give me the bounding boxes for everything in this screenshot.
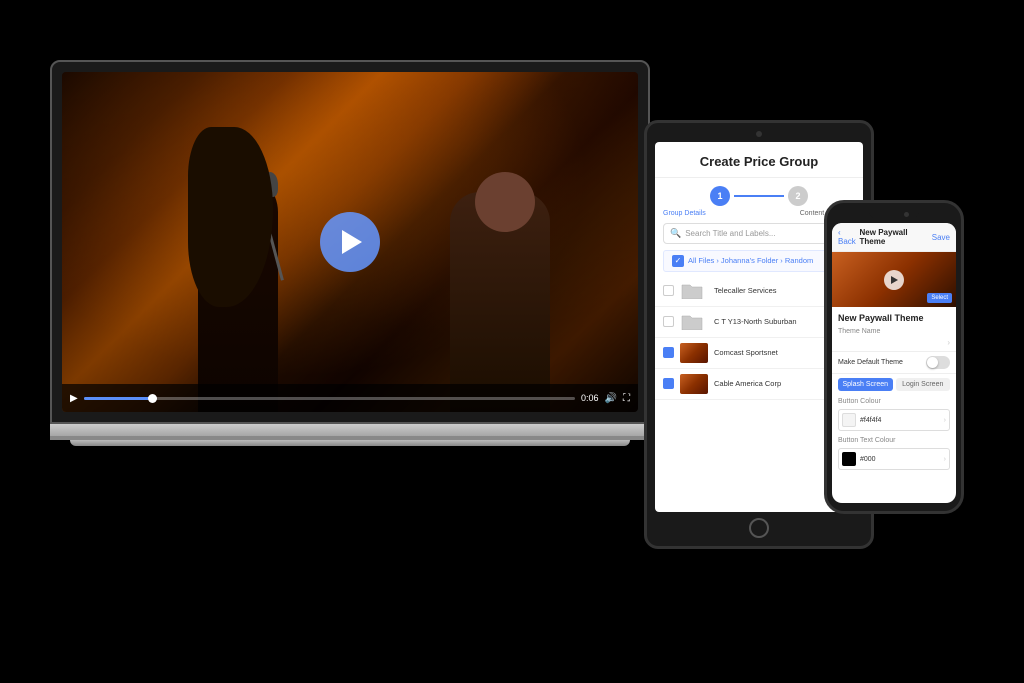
phone-device: ‹ Back New Paywall Theme Save Select New… — [824, 200, 964, 514]
file-checkbox-3[interactable] — [663, 347, 674, 358]
toggle-knob — [927, 357, 938, 368]
file-checkbox-1[interactable] — [663, 285, 674, 296]
button-colour-value: #f4f4f4 — [860, 417, 881, 424]
progress-fill — [84, 397, 158, 400]
file-thumb-2 — [680, 312, 708, 332]
laptop-hinge — [50, 436, 650, 440]
phone-section-title: New Paywall Theme — [832, 307, 956, 325]
phone-header: ‹ Back New Paywall Theme Save — [832, 223, 956, 252]
tablet-home-button[interactable] — [749, 518, 769, 538]
theme-name-label: Theme Name — [832, 325, 956, 336]
phone-screen-title: New Paywall Theme — [860, 228, 932, 246]
create-price-group-title: Create Price Group — [663, 154, 855, 171]
step-2-circle: 2 — [788, 186, 808, 206]
file-thumb-4 — [680, 374, 708, 394]
login-screen-tab[interactable]: Login Screen — [896, 378, 951, 391]
phone-video-thumbnail: Select — [832, 252, 956, 307]
phone-screen: ‹ Back New Paywall Theme Save Select New… — [832, 223, 956, 503]
default-theme-label: Make Default Theme — [838, 359, 903, 366]
phone-notch — [869, 211, 919, 219]
laptop-screen-wrapper: ▶ 0:06 🔊 ⛶ — [50, 60, 650, 424]
laptop-screen: ▶ 0:06 🔊 ⛶ — [62, 72, 638, 412]
progress-bar[interactable] — [84, 397, 575, 400]
file-checkbox-2[interactable] — [663, 316, 674, 327]
check-icon: ✓ — [675, 256, 682, 265]
play-icon — [342, 230, 362, 254]
volume-icon[interactable]: 🔊 — [605, 393, 617, 404]
laptop-foot — [70, 440, 630, 446]
progress-dot — [148, 394, 157, 403]
play-button[interactable] — [320, 212, 380, 272]
button-text-colour-arrow: › — [944, 456, 946, 463]
time-display: 0:06 — [581, 393, 599, 403]
phone-body: ‹ Back New Paywall Theme Save Select New… — [824, 200, 964, 514]
breadcrumb-checkbox[interactable]: ✓ — [672, 255, 684, 267]
folder-icon-2 — [680, 312, 704, 330]
fullscreen-icon[interactable]: ⛶ — [623, 393, 630, 404]
file-thumb-img-4 — [680, 374, 708, 394]
default-theme-toggle[interactable] — [926, 356, 950, 369]
step-1-label: Group Details — [663, 210, 706, 217]
concert-background — [62, 72, 638, 412]
folder-icon-1 — [680, 281, 704, 299]
file-thumb-3 — [680, 343, 708, 363]
phone-save-button[interactable]: Save — [932, 233, 950, 242]
button-text-colour-value: #000 — [860, 456, 876, 463]
phone-camera — [904, 212, 909, 217]
laptop-device: ▶ 0:06 🔊 ⛶ — [50, 60, 650, 446]
video-controls-bar: ▶ 0:06 🔊 ⛶ — [62, 384, 638, 412]
breadcrumb-text: All Files › Johanna's Folder › Random — [688, 256, 813, 265]
step-1-circle: 1 — [710, 186, 730, 206]
button-colour-arrow: › — [944, 417, 946, 424]
button-colour-field[interactable]: #f4f4f4 › — [838, 409, 950, 431]
screen-tabs: Splash Screen Login Screen — [832, 374, 956, 395]
file-thumb-img-3 — [680, 343, 708, 363]
laptop-base — [50, 424, 650, 440]
main-scene: ▶ 0:06 🔊 ⛶ Create Pr — [0, 0, 1024, 683]
phone-play-button[interactable] — [884, 270, 904, 290]
play-control-button[interactable]: ▶ — [70, 393, 78, 404]
splash-screen-tab[interactable]: Splash Screen — [838, 378, 893, 391]
singer-figure — [148, 122, 348, 412]
button-text-colour-field[interactable]: #000 › — [838, 448, 950, 470]
file-checkbox-4[interactable] — [663, 378, 674, 389]
guitarist-figure — [400, 152, 580, 412]
button-text-colour-swatch — [842, 452, 856, 466]
button-colour-label: Button Colour — [832, 395, 956, 406]
button-text-colour-label: Button Text Colour — [832, 434, 956, 445]
guitarist-head — [475, 172, 535, 232]
search-icon: 🔍 — [670, 228, 681, 239]
theme-name-arrow: › — [947, 338, 950, 347]
phone-select-button[interactable]: Select — [927, 293, 952, 303]
tablet-camera — [756, 131, 762, 137]
create-price-group-header: Create Price Group — [655, 142, 863, 178]
theme-name-value[interactable]: › — [832, 336, 956, 352]
phone-play-triangle — [891, 276, 898, 284]
default-theme-row: Make Default Theme — [832, 352, 956, 374]
phone-back-button[interactable]: ‹ Back — [838, 228, 860, 246]
step-line — [734, 195, 784, 197]
button-colour-swatch — [842, 413, 856, 427]
file-thumb-1 — [680, 281, 708, 301]
